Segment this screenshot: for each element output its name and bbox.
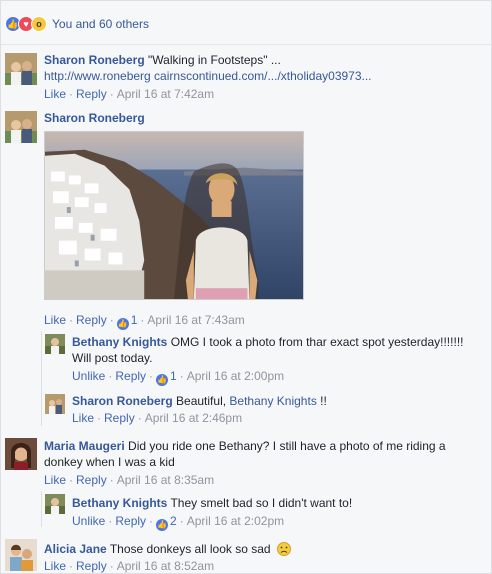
avatar[interactable]	[45, 494, 65, 514]
separator: ·	[109, 559, 114, 573]
timestamp[interactable]: April 16 at 7:42am	[117, 87, 214, 101]
separator: ·	[69, 559, 74, 573]
reactions-summary[interactable]: 👍 ♥ o You and 60 others	[5, 14, 149, 34]
separator: ·	[109, 87, 114, 101]
comment-text-continued: donkey when I was a kid	[44, 454, 175, 470]
reply-button[interactable]: Reply	[104, 411, 135, 425]
timestamp[interactable]: April 16 at 8:35am	[117, 473, 214, 487]
like-button[interactable]: Like	[44, 473, 66, 487]
comment-actions: Like · Reply · April 16 at 8:35am	[44, 472, 214, 488]
separator: ·	[109, 313, 114, 327]
comment-author[interactable]: Sharon Roneberg	[44, 53, 145, 67]
timestamp[interactable]: April 16 at 2:02pm	[187, 514, 284, 528]
timestamp[interactable]: April 16 at 2:46pm	[145, 411, 242, 425]
separator: ·	[137, 411, 142, 425]
comment-actions: Unlike · Reply · 👍 1 · April 16 at 2:00pm	[72, 368, 284, 386]
comment-text-continued: Will post today.	[72, 350, 152, 366]
separator: ·	[69, 87, 74, 101]
comment-text: "Walking in Footsteps" ...	[148, 53, 281, 67]
comment-actions: Like · Reply · April 16 at 2:46pm	[72, 410, 242, 426]
avatar[interactable]	[45, 334, 65, 354]
comment-text: Beautiful,	[176, 394, 227, 408]
separator: ·	[108, 514, 113, 528]
comment-text: They smelt bad so I didn't want to!	[170, 496, 353, 510]
comment-text: Those donkeys all look so sad	[109, 542, 271, 556]
separator: ·	[108, 369, 113, 383]
like-count-icon: 👍	[116, 318, 129, 330]
separator: ·	[149, 514, 154, 528]
reply-button[interactable]: Reply	[76, 87, 107, 101]
avatar[interactable]	[5, 53, 37, 85]
like-count[interactable]: 1	[170, 369, 177, 383]
separator: ·	[149, 369, 154, 383]
comment-body: Alicia Jane Those donkeys all look so sa…	[44, 541, 291, 557]
like-button[interactable]: Like	[44, 559, 66, 573]
like-count-icon: 👍	[156, 374, 169, 386]
comment-text: donkey when I was a kid	[44, 455, 175, 469]
reply-button[interactable]: Reply	[76, 559, 107, 573]
timestamp[interactable]: April 16 at 2:00pm	[187, 369, 284, 383]
avatar[interactable]	[5, 539, 37, 571]
comment-actions: Like · Reply · April 16 at 7:42am	[44, 86, 214, 102]
comment-author[interactable]: Bethany Knights	[72, 335, 167, 349]
comment-text: Will post today.	[72, 351, 153, 365]
avatar[interactable]	[5, 438, 37, 470]
separator: ·	[97, 411, 102, 425]
sad-face-emoji-icon	[276, 542, 291, 556]
separator: ·	[179, 514, 184, 528]
reply-button[interactable]: Reply	[115, 514, 146, 528]
comment-body: Bethany Knights They smelt bad so I didn…	[72, 495, 352, 511]
comment-body: Bethany Knights OMG I took a photo from …	[72, 334, 463, 350]
comment-author[interactable]: Bethany Knights	[72, 496, 167, 510]
reactions-count-text[interactable]: You and 60 others	[52, 17, 149, 31]
wow-reaction-icon: o	[31, 16, 47, 32]
reply-button[interactable]: Reply	[76, 473, 107, 487]
timestamp[interactable]: April 16 at 8:52am	[117, 559, 214, 573]
comment-author[interactable]: Alicia Jane	[44, 542, 107, 556]
comment-author[interactable]: Sharon Roneberg	[44, 111, 145, 125]
comment-link-row: http://www.roneberg cairnscontinued.com/…	[44, 68, 372, 84]
reply-button[interactable]: Reply	[76, 313, 107, 327]
timestamp[interactable]: April 16 at 7:43am	[147, 313, 244, 327]
separator: ·	[109, 473, 114, 487]
reply-thread-line	[41, 331, 42, 426]
comment-body: Sharon Roneberg Beautiful, Bethany Knigh…	[72, 393, 327, 409]
comment-body: Sharon Roneberg "Walking in Footsteps" .…	[44, 52, 281, 68]
comment-body: Maria Maugeri Did you ride one Bethany? …	[44, 438, 446, 454]
comments-panel: 👍 ♥ o You and 60 others Sharon Roneberg …	[0, 0, 492, 574]
separator: ·	[69, 473, 74, 487]
comment-text: Did you ride one Bethany? I still have a…	[128, 439, 446, 453]
comment-text-suffix: !!	[320, 394, 327, 408]
like-button[interactable]: Like	[72, 411, 94, 425]
comment-actions: Unlike · Reply · 👍 2 · April 16 at 2:02pm	[72, 513, 284, 531]
comment-text: OMG I took a photo from thar exact spot …	[170, 335, 464, 349]
comment-author[interactable]: Maria Maugeri	[44, 439, 125, 453]
shared-link[interactable]: http://www.roneberg cairnscontinued.com/…	[44, 69, 372, 83]
separator: ·	[69, 313, 74, 327]
comment-actions: Like · Reply · April 16 at 8:52am	[44, 558, 214, 574]
comment-author[interactable]: Sharon Roneberg	[72, 394, 173, 408]
comment-photo[interactable]	[44, 131, 304, 300]
like-button[interactable]: Like	[44, 87, 66, 101]
unlike-button[interactable]: Unlike	[72, 514, 105, 528]
comment-body: Sharon Roneberg	[44, 110, 145, 126]
mention-link[interactable]: Bethany Knights	[229, 394, 316, 408]
divider	[1, 44, 491, 45]
like-count[interactable]: 2	[170, 514, 177, 528]
like-count-icon: 👍	[156, 519, 169, 531]
unlike-button[interactable]: Unlike	[72, 369, 105, 383]
like-button[interactable]: Like	[44, 313, 66, 327]
reply-button[interactable]: Reply	[115, 369, 146, 383]
separator: ·	[140, 313, 145, 327]
separator: ·	[179, 369, 184, 383]
avatar[interactable]	[5, 111, 37, 143]
comment-actions: Like · Reply · 👍 1 · April 16 at 7:43am	[44, 312, 245, 330]
reply-thread-line	[41, 491, 42, 527]
avatar[interactable]	[45, 394, 65, 414]
